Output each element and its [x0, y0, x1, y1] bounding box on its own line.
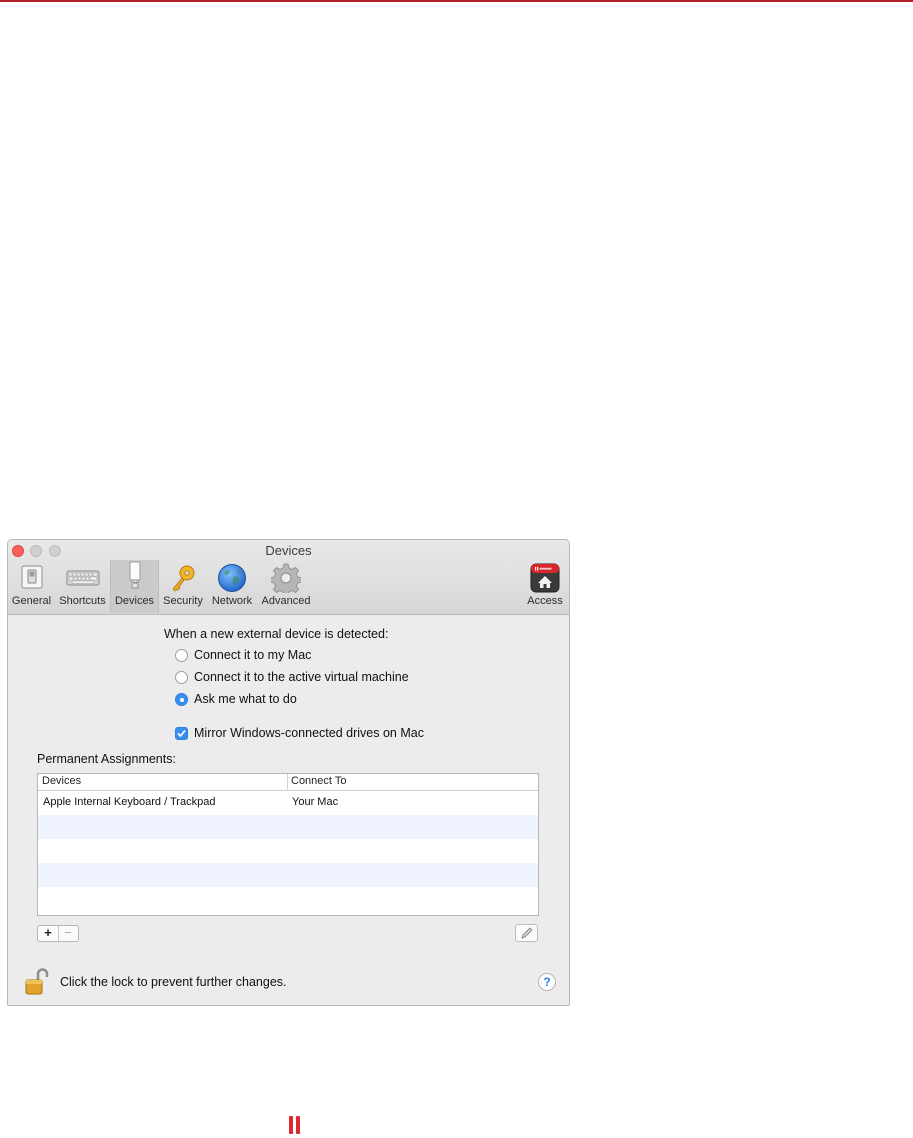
mirror-drives-checkbox[interactable]	[175, 727, 188, 740]
tab-shortcuts-label: Shortcuts	[59, 595, 106, 607]
option-label: Connect it to my Mac	[194, 648, 312, 662]
checkmark-icon	[177, 729, 186, 738]
keyboard-icon	[66, 570, 99, 586]
radio-ask-me[interactable]	[175, 693, 188, 706]
tab-devices-label: Devices	[114, 595, 155, 607]
tab-general-label: General	[11, 595, 52, 607]
pencil-icon	[521, 927, 533, 939]
option-label: Connect it to the active virtual machine	[194, 670, 409, 684]
tab-general[interactable]: General	[8, 561, 55, 613]
connect-to-cell: Your Mac	[292, 796, 339, 808]
tab-shortcuts[interactable]: Shortcuts	[55, 561, 110, 613]
globe-icon	[218, 564, 246, 592]
add-assignment-button[interactable]: +	[38, 926, 59, 941]
empty-table-row	[38, 839, 538, 863]
parallels-access-icon	[530, 563, 560, 593]
edit-assignment-button[interactable]	[515, 924, 538, 942]
parallels-logo-mark	[289, 1116, 302, 1134]
permanent-assignments-title: Permanent Assignments:	[37, 752, 176, 766]
tab-network[interactable]: Network	[208, 561, 256, 613]
tab-advanced[interactable]: Advanced	[257, 561, 315, 613]
titlebar: Devices General Shortcuts Devices Securi…	[8, 540, 569, 615]
empty-table-row	[38, 863, 538, 887]
lock-instruction: Click the lock to prevent further change…	[60, 975, 287, 989]
detection-prompt: When a new external device is detected:	[164, 627, 389, 641]
table-row[interactable]: Apple Internal Keyboard / Trackpad Your …	[38, 791, 538, 815]
help-button[interactable]: ?	[538, 973, 556, 991]
option-label: Ask me what to do	[194, 692, 297, 706]
empty-table-row	[38, 887, 538, 911]
empty-table-row	[38, 815, 538, 839]
remove-assignment-button[interactable]: −	[58, 926, 78, 941]
add-remove-control: + −	[37, 925, 79, 942]
tab-access[interactable]: Access	[523, 561, 567, 613]
gear-icon	[271, 563, 301, 593]
column-divider	[287, 774, 288, 790]
key-icon	[172, 565, 195, 592]
mirror-drives-label: Mirror Windows-connected drives on Mac	[194, 726, 424, 740]
usb-drive-icon	[129, 561, 140, 589]
column-header-connect-to[interactable]: Connect To	[291, 775, 346, 787]
column-header-devices[interactable]: Devices	[42, 775, 81, 787]
tab-access-label: Access	[527, 595, 563, 607]
radio-connect-to-mac[interactable]	[175, 649, 188, 662]
tab-devices[interactable]: Devices	[110, 560, 159, 613]
unlocked-padlock-icon	[25, 968, 49, 995]
device-cell: Apple Internal Keyboard / Trackpad	[43, 796, 216, 808]
top-rule	[0, 0, 913, 2]
devices-preferences-window: Devices General Shortcuts Devices Securi…	[7, 539, 570, 1006]
general-switch-icon	[21, 565, 42, 589]
table-header: Devices Connect To	[38, 774, 538, 791]
tab-advanced-label: Advanced	[261, 595, 311, 607]
radio-connect-to-vm[interactable]	[175, 671, 188, 684]
assignments-table[interactable]: Devices Connect To Apple Internal Keyboa…	[37, 773, 539, 916]
window-title: Devices	[265, 543, 312, 558]
tab-security-label: Security	[163, 595, 203, 607]
tab-security[interactable]: Security	[158, 561, 208, 613]
tab-network-label: Network	[211, 595, 253, 607]
lock-button[interactable]	[25, 968, 49, 1001]
